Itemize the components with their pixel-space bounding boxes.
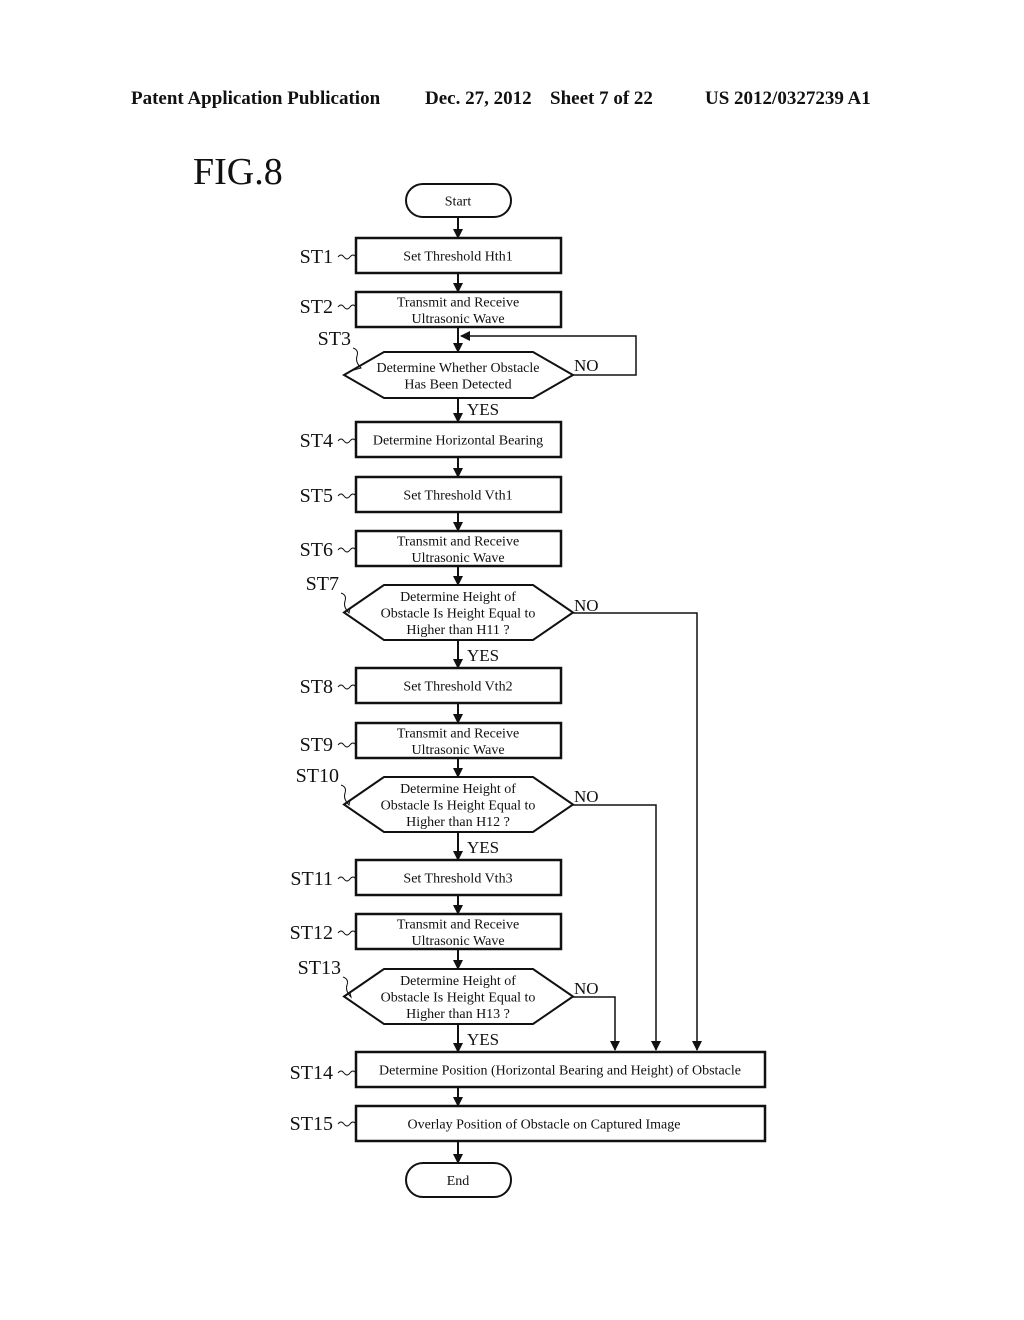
yes-label-st3: YES [467,400,499,419]
step-id-label: ST14 [290,1062,333,1084]
step-text-line: Overlay Position of Obstacle on Captured… [408,1118,681,1133]
yes-label-st13: YES [467,1030,499,1049]
step-text-line: Transmit and Receive [397,295,519,310]
step-st6: Transmit and Receive Ultrasonic Wave ST6 [300,529,563,568]
leader-line [337,930,357,936]
leader-line [337,684,357,690]
no-label-st10: NO [574,787,599,806]
step-text-line: Obstacle Is Height Equal to [381,799,536,814]
yes-label-st7: YES [467,646,499,665]
step-text-line: Transmit and Receive [397,534,519,549]
step-text-line: Determine Height of [400,974,516,989]
leader-line [337,304,357,310]
step-id-label: ST13 [298,957,341,979]
leader-line [337,1121,357,1127]
yes-label-st10: YES [467,838,499,857]
step-id-label: ST1 [300,246,333,268]
step-text-line: Set Threshold Vth1 [403,489,512,504]
step-id-label: ST2 [300,296,333,318]
step-text-line: Set Threshold Vth3 [403,872,512,887]
step-id-label: ST7 [306,573,339,595]
flow-connector [573,996,620,1051]
step-id-label: ST5 [300,485,333,507]
step-text-line: Ultrasonic Wave [411,551,504,566]
no-label-st7: NO [574,596,599,615]
step-st5: Set Threshold Vth1 ST5 [300,475,563,514]
step-text-line: Ultrasonic Wave [411,312,504,327]
step-st12: Transmit and Receive Ultrasonic Wave ST12 [290,912,563,951]
leader-line [337,742,357,748]
leader-line [337,493,357,499]
step-text-line: Transmit and Receive [397,726,519,741]
step-id-label: ST3 [318,328,351,350]
step-text-line: Ultrasonic Wave [411,743,504,758]
leader-line [337,1070,357,1076]
step-id-label: ST4 [300,430,333,452]
step-text-line: Determine Position (Horizontal Bearing a… [379,1064,741,1079]
step-id-label: ST12 [290,922,333,944]
no-label-st3: NO [574,356,599,375]
step-text-line: Higher than H11 ? [406,623,509,638]
leader-line [337,876,357,882]
step-st1: Set Threshold Hth1 ST1 [300,236,563,275]
step-st4: Determine Horizontal Bearing ST4 [300,420,563,459]
step-id-label: ST8 [300,676,333,698]
step-st10: Determine Height of Obstacle Is Height Eq… [296,765,575,833]
step-st14: Determine Position (Horizontal Bearing a… [290,1050,767,1089]
start-terminal-label: Start [445,195,472,210]
step-text-line: Determine Whether Obstacle [376,361,539,376]
step-text-line: Determine Horizontal Bearing [373,434,543,449]
step-st15: Overlay Position of Obstacle on Captured… [290,1104,767,1143]
step-text-line: Set Threshold Hth1 [403,250,512,265]
step-text-line: Obstacle Is Height Equal to [381,607,536,622]
step-id-label: ST6 [300,539,333,561]
step-text-line: Transmit and Receive [397,917,519,932]
step-text-line: Higher than H12 ? [406,815,510,830]
step-st13: Determine Height of Obstacle Is Height Eq… [298,957,575,1025]
leader-line [337,547,357,553]
step-st2: Transmit and Receive Ultrasonic Wave ST2 [300,290,563,329]
step-st7: Determine Height of Obstacle Is Height Eq… [306,573,575,641]
step-text-line: Higher than H13 ? [406,1007,510,1022]
step-text-line: Determine Height of [400,782,516,797]
step-id-label: ST11 [290,868,333,890]
step-text-line: Set Threshold Vth2 [403,680,512,695]
step-st11: Set Threshold Vth3 ST11 [290,858,563,897]
flowchart: YES NO YES NO YES NO YES NO Start End Set Thresho… [290,183,767,1198]
step-text-line: Determine Height of [400,590,516,605]
leader-line [337,254,357,260]
start-terminal: Start [405,183,512,218]
step-id-label: ST9 [300,734,333,756]
step-id-label: ST10 [296,765,339,787]
step-text-line: Has Been Detected [404,377,511,392]
leader-line [337,438,357,444]
step-text-line: Obstacle Is Height Equal to [381,991,536,1006]
step-id-label: ST15 [290,1113,333,1135]
step-st8: Set Threshold Vth2 ST8 [300,666,563,705]
step-st3: Determine Whether ObstacleHas Been Detec… [318,328,576,399]
no-label-st13: NO [574,979,599,998]
step-text-line: Ultrasonic Wave [411,934,504,949]
end-terminal-label: End [447,1174,470,1189]
step-st9: Transmit and Receive Ultrasonic Wave ST9 [300,721,563,760]
end-terminal: End [405,1162,512,1198]
